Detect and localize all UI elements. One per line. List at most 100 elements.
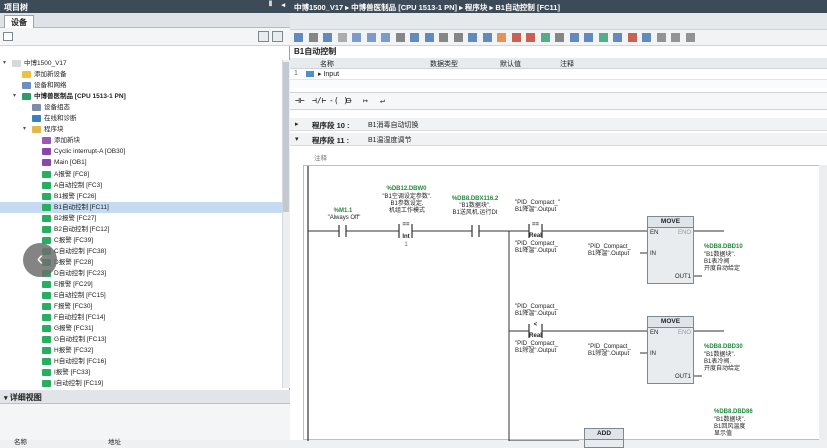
network-10-title: B1消毒自动切换 [368,122,419,129]
toolbar-icon[interactable] [598,33,608,42]
toolbar-icon[interactable] [424,33,434,42]
tree-item[interactable]: H自动控制 [FC16] [0,356,282,367]
tree-item[interactable]: 设备和网络 [0,80,282,91]
tree-item[interactable]: ▾ 程序块 [0,124,282,135]
tree-item-label: Cyclic interrupt-A [OB30] [54,148,126,156]
toolbar-icon[interactable] [410,33,419,42]
toolbar-icon[interactable] [497,33,506,42]
tree-item[interactable]: A报警 [FC8] [0,169,282,180]
collapse-icon[interactable]: ◂ [281,1,285,9]
toolbar-icon[interactable] [294,33,303,42]
tree-item[interactable]: ▾ 中博1500_V17 [0,58,282,69]
ladder-tool-icon[interactable]: ↦ [363,96,368,105]
tree-item-label: C自动控制 [FC38] [54,247,107,255]
network-11-header[interactable]: ▾ 程序段 11 : B1温湿度调节 [290,133,827,146]
contact-no-1[interactable] [336,224,350,238]
move2-dest1: "B1数据块". [704,352,736,358]
ladder-tool-icon[interactable]: ↵ [380,96,385,105]
move2-out: OUT1 [674,374,691,380]
tree-item[interactable]: B2报警 [FC27] [0,213,282,224]
tree-item-label: 添加新块 [54,137,80,145]
ladder-tool-icon[interactable]: ⊣/⊢ [312,96,326,105]
network-comment[interactable]: 注释 [314,152,327,162]
tree-item[interactable]: F自动控制 [FC14] [0,312,282,323]
tree-item[interactable]: E自动控制 [FC15] [0,290,282,301]
split-view-icon[interactable] [272,31,283,42]
toolbar-icon[interactable] [671,33,680,42]
interface-row-input[interactable]: 1 ▸ Input [290,69,827,80]
toolbar-icon[interactable] [453,33,463,42]
tree-item-label: I报警 [FC33] [54,369,91,377]
tree-item[interactable]: Main [OB1] [0,157,282,168]
cmp1-name: "B1空调设定参数". [382,194,432,200]
fc-icon [42,303,51,311]
tree-item[interactable]: B2自动控制 [FC12] [0,224,282,235]
tab-devices[interactable]: 设备 [4,15,34,29]
toolbar-icon[interactable] [439,33,448,42]
toolbar-icon[interactable] [526,33,535,42]
toolbar-icon[interactable] [584,33,593,42]
move-box-1[interactable]: MOVE EN ENO IN OUT1 [647,216,694,284]
project-icon [12,60,21,67]
tree-item[interactable]: I报警 [FC33] [0,367,282,378]
tree-item[interactable]: 设备组态 [0,102,282,113]
network-11-label: 程序段 11 : [312,136,350,145]
toolbar-icon[interactable] [656,33,666,42]
tree-item[interactable]: ▾ 中博兽医制品 [CPU 1513-1 PN] [0,91,282,102]
move2-dest2: B1表冷阀. [704,359,732,365]
toolbar-icon[interactable] [482,33,492,42]
fc-icon [42,281,51,288]
detail-view-header[interactable]: ▾ 详细视图 [0,390,290,404]
ladder-tool-icon[interactable]: ⊟ [346,96,351,105]
table-view-icon[interactable] [258,31,269,42]
tree-item[interactable]: 添加新块 [0,135,282,146]
toolbar-icon[interactable] [613,33,622,42]
toolbar-icon[interactable] [540,33,550,42]
toolbar-icon[interactable] [642,33,651,42]
toolbar-icon[interactable] [569,33,579,42]
toolbar-icon[interactable] [555,33,564,42]
toolbar-icon[interactable] [308,33,318,42]
editor-scrollbar[interactable] [819,165,827,440]
toolbar-icon[interactable] [337,33,347,42]
contact-no-2[interactable] [469,224,483,238]
tree-item-label: F自动控制 [FC14] [54,314,106,322]
ladder-tool-icon[interactable]: ⊣⊢ [295,96,305,105]
toolbar-icon[interactable] [352,33,361,42]
tree-scrollbar-thumb[interactable] [283,62,289,212]
fc-icon [42,380,51,388]
expand-arrow-icon[interactable]: ▾ [3,58,6,69]
fc-icon [42,347,51,355]
expand-arrow-icon[interactable]: ▾ [23,124,26,135]
tree-item[interactable]: B1报警 [FC26] [0,191,282,202]
tree-item-label: 设备和网络 [34,82,67,90]
tree-item[interactable]: G报警 [FC31] [0,323,282,334]
tree-item[interactable]: A自动控制 [FC3] [0,180,282,191]
toolbar-icon[interactable] [366,33,376,42]
toolbar-icon[interactable] [323,33,332,42]
toolbar-icon[interactable] [468,33,477,42]
tree-item[interactable]: I自动控制 [FC19] [0,378,282,389]
expand-arrow-icon[interactable]: ▾ [13,91,16,102]
toolbar-icon[interactable] [381,33,390,42]
tree-item[interactable]: Cyclic interrupt-A [OB30] [0,146,282,157]
pin-icon[interactable]: ⫴ [269,1,272,9]
network-10-header[interactable]: ▸ 程序段 10 : B1消毒自动切换 [290,118,827,131]
add-box[interactable]: ADD [584,428,624,448]
tree-item[interactable]: F报警 [FC30] [0,301,282,312]
tree-item[interactable]: H报警 [FC32] [0,345,282,356]
new-item-icon[interactable] [3,32,13,41]
tree-item[interactable]: 在线和诊断 [0,113,282,124]
tree-item[interactable]: E报警 [FC29] [0,279,282,290]
back-arrow-icon[interactable]: ‹ [23,243,57,277]
detail-col-name: 名称 [14,439,27,446]
cmp1-address: %DB12.DBW0 [386,186,427,192]
tree-item[interactable]: G自动控制 [FC13] [0,334,282,345]
toolbar-icon[interactable] [395,33,405,42]
toolbar-icon[interactable] [627,33,637,42]
tree-item[interactable]: 添加新设备 [0,69,282,80]
tree-item[interactable]: B1自动控制 [FC11] [0,201,282,213]
toolbar-icon[interactable] [511,33,521,42]
toolbar-icon[interactable] [685,33,695,42]
move-box-2[interactable]: MOVE EN ENO IN OUT1 [647,316,694,384]
